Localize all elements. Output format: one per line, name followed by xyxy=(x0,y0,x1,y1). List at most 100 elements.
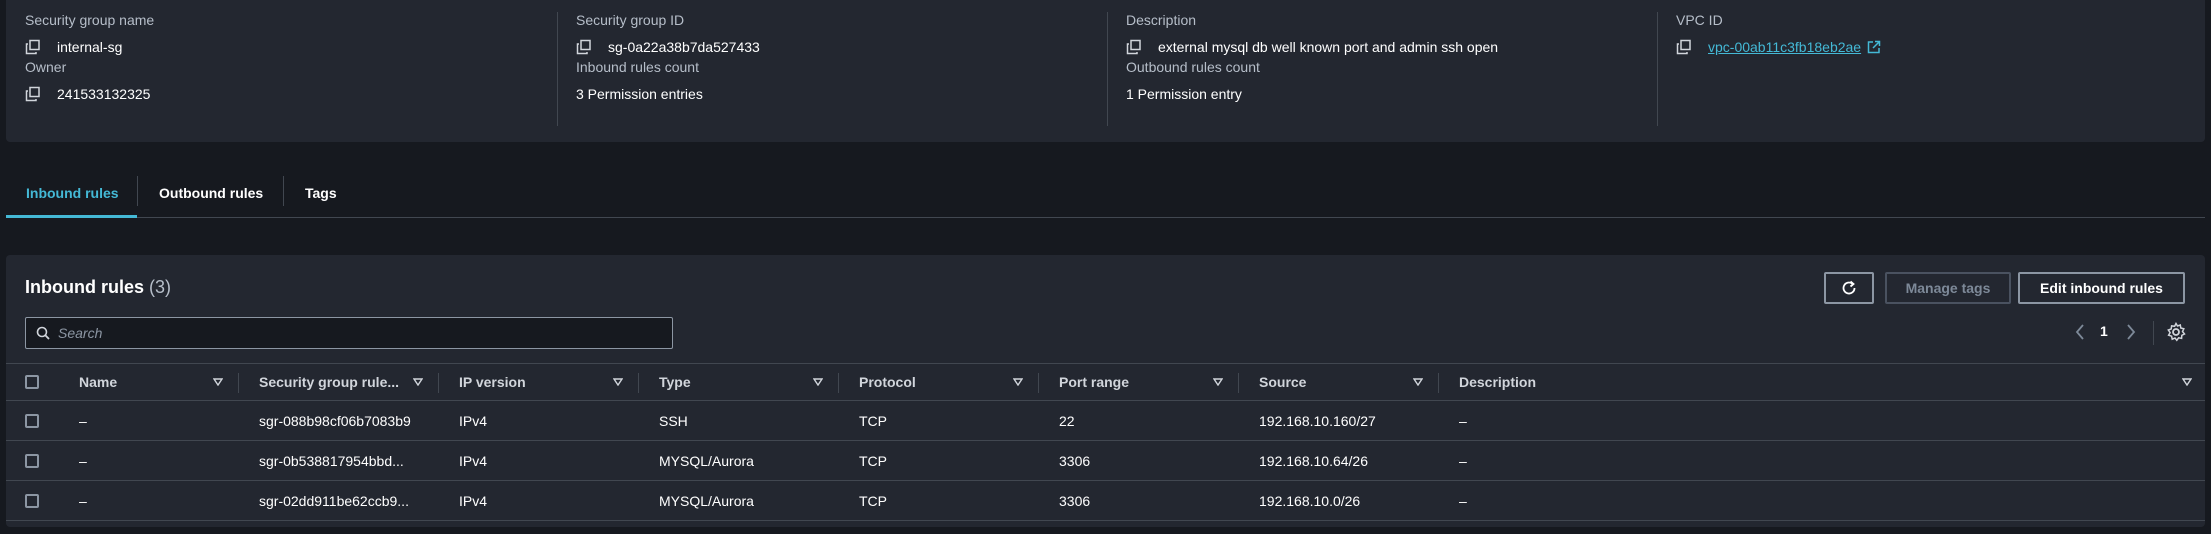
inbound-rules-container: Inbound rules (3) Manage tags Edit inbou… xyxy=(6,255,2205,527)
copy-icon[interactable] xyxy=(25,86,41,102)
outbound-count-field: Outbound rules count 1 Permission entry xyxy=(1126,59,1260,105)
sort-down-icon[interactable] xyxy=(1013,378,1023,386)
cell-ip-version: IPv4 xyxy=(459,453,488,469)
table-row[interactable]: – sgr-088b98cf06b7083b9 IPv4 SSH TCP 22 … xyxy=(6,401,2205,441)
sort-down-icon[interactable] xyxy=(2182,378,2192,386)
chevron-right-icon[interactable] xyxy=(2123,322,2139,342)
sort-down-icon[interactable] xyxy=(813,378,823,386)
cell-port-range: 3306 xyxy=(1059,453,1091,469)
owner-value: 241533132325 xyxy=(57,86,151,102)
search-field[interactable] xyxy=(25,317,673,349)
copy-icon[interactable] xyxy=(1676,39,1692,55)
copy-icon[interactable] xyxy=(25,39,41,55)
copy-icon[interactable] xyxy=(576,39,592,55)
current-page-number[interactable]: 1 xyxy=(2100,323,2108,339)
inbound-count-value: 3 Permission entries xyxy=(576,86,703,102)
cell-description: – xyxy=(1459,493,1467,509)
cell-protocol: TCP xyxy=(859,453,887,469)
cell-name: – xyxy=(79,413,87,429)
cell-source: 192.168.10.0/26 xyxy=(1259,493,1361,509)
column-header-port-range[interactable]: Port range xyxy=(1059,364,1129,400)
tab-divider xyxy=(283,176,284,206)
row-checkbox[interactable] xyxy=(25,454,39,468)
column-resizer[interactable] xyxy=(838,373,839,393)
column-header-protocol[interactable]: Protocol xyxy=(859,364,916,400)
refresh-button[interactable] xyxy=(1824,272,1874,304)
cell-protocol: TCP xyxy=(859,493,887,509)
cell-name: – xyxy=(79,493,87,509)
column-resizer[interactable] xyxy=(1238,373,1239,393)
cell-type: MYSQL/Aurora xyxy=(659,453,754,469)
sort-down-icon[interactable] xyxy=(613,378,623,386)
manage-tags-button[interactable]: Manage tags xyxy=(1885,272,2011,304)
copy-icon[interactable] xyxy=(1126,39,1142,55)
sort-down-icon[interactable] xyxy=(1213,378,1223,386)
pager-divider xyxy=(2153,321,2154,345)
edit-inbound-rules-button[interactable]: Edit inbound rules xyxy=(2018,272,2185,304)
select-all-checkbox[interactable] xyxy=(25,375,39,389)
row-checkbox[interactable] xyxy=(25,414,39,428)
vpc-id-link[interactable]: vpc-00ab11c3fb18eb2ae xyxy=(1708,39,1861,55)
table-title: Inbound rules xyxy=(25,277,144,297)
column-header-name[interactable]: Name xyxy=(79,364,117,400)
cell-name: – xyxy=(79,453,87,469)
cell-rule-id: sgr-0b538817954bbd... xyxy=(259,453,404,469)
outbound-count-label: Outbound rules count xyxy=(1126,59,1260,75)
search-input[interactable] xyxy=(58,325,648,341)
rules-count: (3) xyxy=(149,277,172,297)
cell-rule-id: sgr-088b98cf06b7083b9 xyxy=(259,413,411,429)
tab-divider xyxy=(137,176,138,206)
table-row[interactable]: – sgr-0b538817954bbd... IPv4 MYSQL/Auror… xyxy=(6,441,2205,481)
column-header-type[interactable]: Type xyxy=(659,364,691,400)
column-divider xyxy=(557,12,558,126)
sg-id-value: sg-0a22a38b7da527433 xyxy=(608,39,760,55)
column-header-rule-id[interactable]: Security group rule... xyxy=(259,364,399,400)
tab-outbound-rules[interactable]: Outbound rules xyxy=(159,168,263,218)
refresh-icon xyxy=(1842,280,1856,295)
cell-protocol: TCP xyxy=(859,413,887,429)
tab-tags[interactable]: Tags xyxy=(305,168,337,218)
column-header-ip-version[interactable]: IP version xyxy=(459,364,526,400)
search-icon xyxy=(36,326,50,340)
inbound-count-field: Inbound rules count 3 Permission entries xyxy=(576,59,703,105)
table-row[interactable]: – sgr-02dd911be62ccb9... IPv4 MYSQL/Auro… xyxy=(6,481,2205,521)
cell-source: 192.168.10.160/27 xyxy=(1259,413,1376,429)
sg-name-label: Security group name xyxy=(25,12,155,28)
external-link-icon[interactable] xyxy=(1867,40,1881,54)
vpc-id-label: VPC ID xyxy=(1676,12,1723,28)
table-header: Name Security group rule... IP version T… xyxy=(6,363,2205,401)
cell-description: – xyxy=(1459,453,1467,469)
sg-id-label: Security group ID xyxy=(576,12,685,28)
inbound-count-label: Inbound rules count xyxy=(576,59,699,75)
sg-name-value: internal-sg xyxy=(57,39,123,55)
cell-type: SSH xyxy=(659,413,688,429)
sort-down-icon[interactable] xyxy=(413,378,423,386)
cell-port-range: 22 xyxy=(1059,413,1075,429)
column-header-source[interactable]: Source xyxy=(1259,364,1306,400)
column-resizer[interactable] xyxy=(1438,373,1439,393)
inbound-rules-header: Inbound rules (3) xyxy=(25,277,171,298)
description-label: Description xyxy=(1126,12,1197,28)
description-value: external mysql db well known port and ad… xyxy=(1158,39,1499,55)
column-resizer[interactable] xyxy=(638,373,639,393)
vpc-id-field: VPC ID vpc-00ab11c3fb18eb2ae xyxy=(1657,12,1881,58)
sort-down-icon[interactable] xyxy=(1413,378,1423,386)
gear-icon[interactable] xyxy=(2166,322,2186,342)
cell-description: – xyxy=(1459,413,1467,429)
description-field: Description external mysql db well known… xyxy=(1126,12,1498,58)
column-divider xyxy=(1107,12,1108,126)
sg-name-field: Security group name internal-sg xyxy=(25,12,154,58)
tab-inbound-rules[interactable]: Inbound rules xyxy=(26,168,119,218)
row-checkbox[interactable] xyxy=(25,494,39,508)
column-header-description[interactable]: Description xyxy=(1459,364,1536,400)
sg-id-field: Security group ID sg-0a22a38b7da527433 xyxy=(576,12,760,58)
column-resizer[interactable] xyxy=(1038,373,1039,393)
cell-ip-version: IPv4 xyxy=(459,493,488,509)
chevron-left-icon[interactable] xyxy=(2072,322,2088,342)
column-resizer[interactable] xyxy=(238,373,239,393)
sort-down-icon[interactable] xyxy=(213,378,223,386)
cell-source: 192.168.10.64/26 xyxy=(1259,453,1368,469)
security-group-details-panel: Security group name internal-sg Owner 24… xyxy=(6,0,2205,142)
cell-ip-version: IPv4 xyxy=(459,413,488,429)
column-resizer[interactable] xyxy=(438,373,439,393)
